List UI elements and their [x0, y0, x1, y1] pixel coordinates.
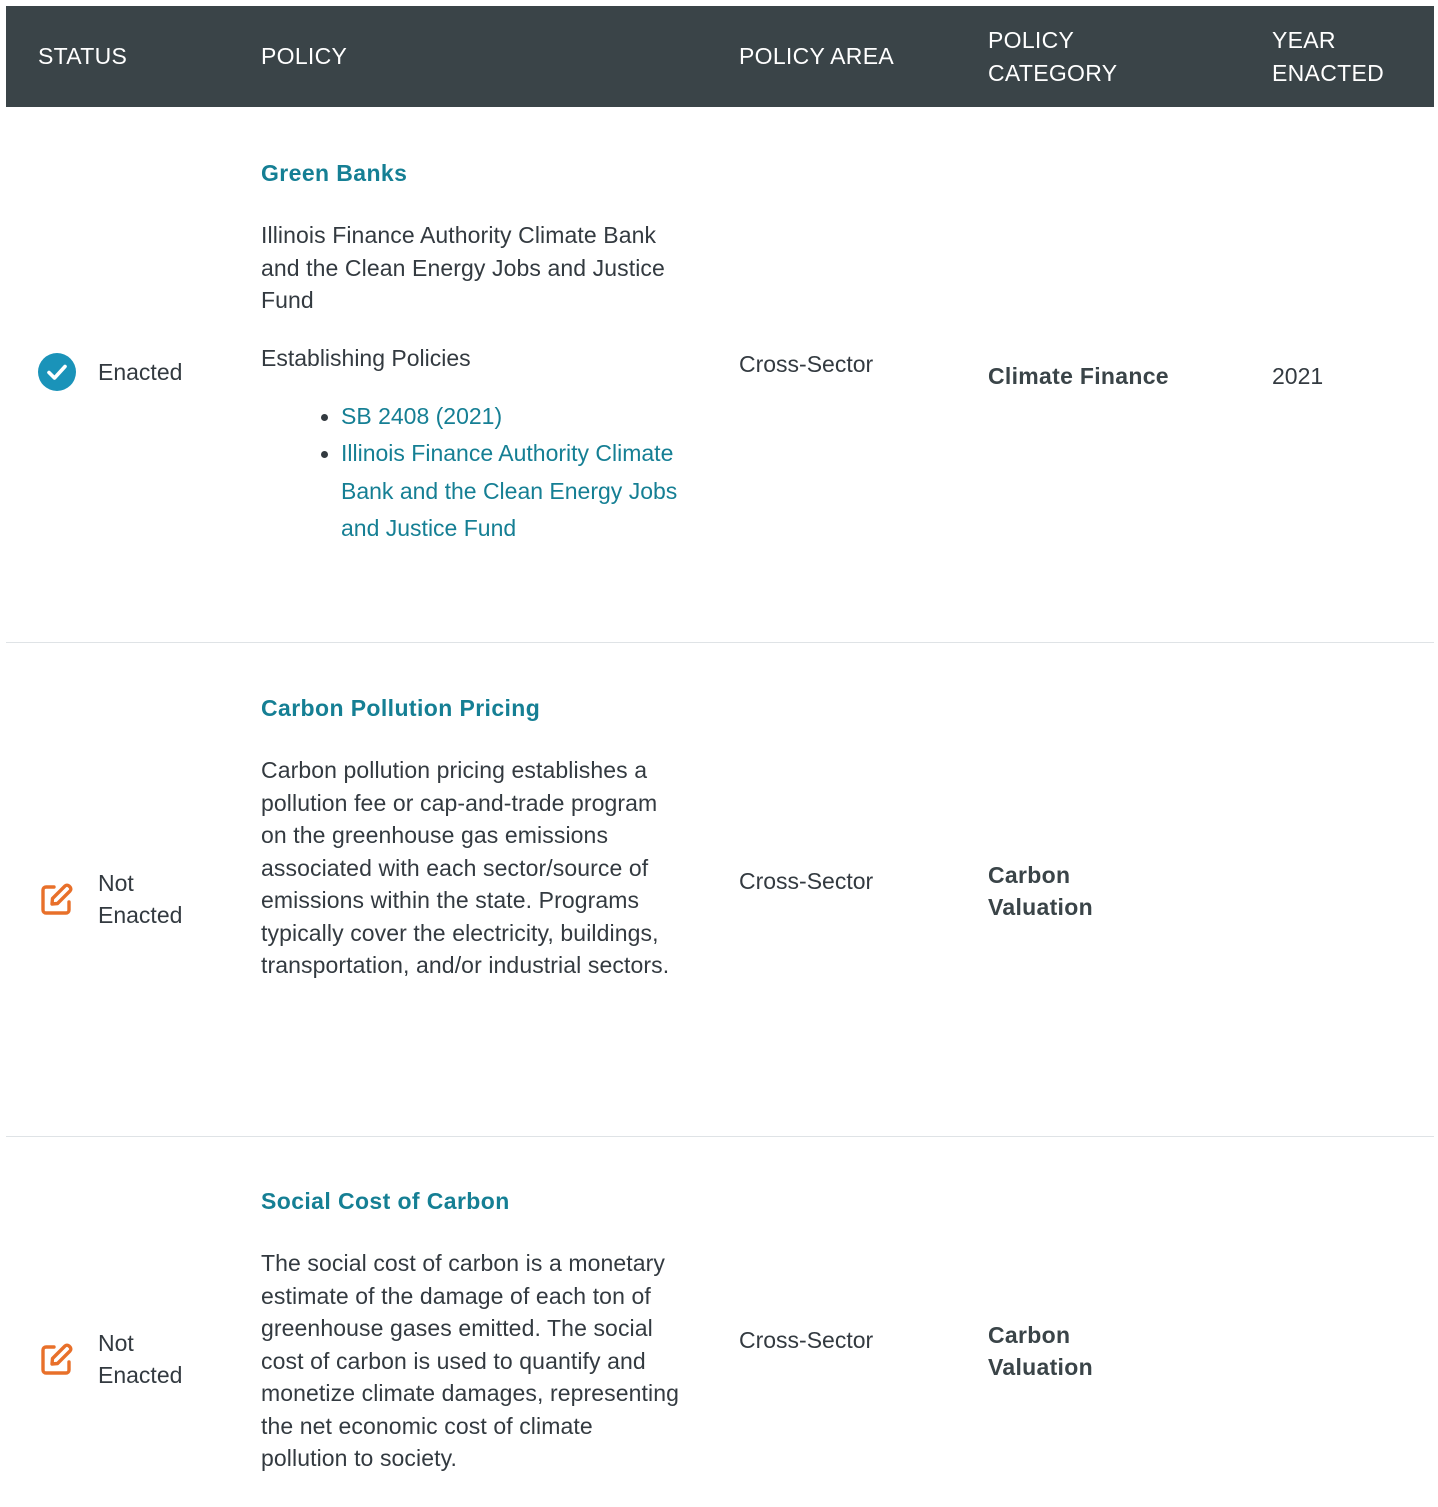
status-label: Not Enacted	[98, 870, 183, 928]
policy-description: The social cost of carbon is a monetary …	[261, 1250, 680, 1471]
edit-icon	[37, 879, 77, 919]
policy-title-link[interactable]: Social Cost of Carbon	[261, 1185, 681, 1217]
status-label: Not Enacted	[98, 1330, 183, 1388]
policy-cell: Green Banks Illinois Finance Authority C…	[261, 157, 681, 548]
status-label: Enacted	[98, 359, 183, 385]
list-item: Illinois Finance Authority Climate Bank …	[261, 435, 681, 548]
policy-description: Illinois Finance Authority Climate Bank …	[261, 222, 665, 313]
policy-category-cell: Climate Finance	[988, 363, 1169, 389]
policy-link[interactable]: Illinois Finance Authority Climate Bank …	[341, 440, 677, 541]
column-header-policy-category[interactable]: POLICY CATEGORY	[988, 6, 1188, 107]
status-cell: Not Enacted	[37, 867, 198, 931]
edit-icon	[37, 1339, 77, 1379]
policy-link[interactable]: SB 2408 (2021)	[341, 403, 502, 429]
table-row: Not Enacted Carbon Pollution Pricing Car…	[6, 643, 1434, 1137]
policy-table: STATUS POLICY POLICY AREA POLICY CATEGOR…	[6, 6, 1434, 1507]
policy-area-cell: Cross-Sector	[739, 351, 874, 377]
establishing-policies-list: SB 2408 (2021) Illinois Finance Authorit…	[261, 398, 681, 548]
policy-cell: Carbon Pollution Pricing Carbon pollutio…	[261, 692, 681, 982]
check-circle-icon	[37, 352, 77, 392]
policy-description: Carbon pollution pricing establishes a p…	[261, 757, 670, 978]
list-item: SB 2408 (2021)	[261, 398, 681, 436]
table-row: Enacted Green Banks Illinois Finance Aut…	[6, 107, 1434, 643]
table-header: STATUS POLICY POLICY AREA POLICY CATEGOR…	[6, 6, 1434, 107]
status-cell: Not Enacted	[37, 1327, 198, 1391]
column-header-policy-area[interactable]: POLICY AREA	[739, 6, 959, 107]
column-header-status[interactable]: STATUS	[38, 6, 218, 107]
column-header-year-enacted[interactable]: YEAR ENACTED	[1272, 6, 1422, 107]
policy-area-cell: Cross-Sector	[739, 1327, 874, 1353]
year-enacted-cell: 2021	[1272, 363, 1324, 389]
policy-category-cell: Carbon Valuation	[988, 862, 1093, 920]
policy-title-link[interactable]: Green Banks	[261, 157, 681, 189]
policy-area-cell: Cross-Sector	[739, 868, 874, 894]
policy-title-link[interactable]: Carbon Pollution Pricing	[261, 692, 681, 724]
policy-cell: Social Cost of Carbon The social cost of…	[261, 1185, 681, 1475]
policy-category-cell: Carbon Valuation	[988, 1322, 1093, 1380]
column-header-policy[interactable]: POLICY	[261, 6, 691, 107]
status-cell: Enacted	[37, 352, 208, 392]
establishing-policies-heading: Establishing Policies	[261, 344, 471, 371]
table-row: Not Enacted Social Cost of Carbon The so…	[6, 1137, 1434, 1507]
